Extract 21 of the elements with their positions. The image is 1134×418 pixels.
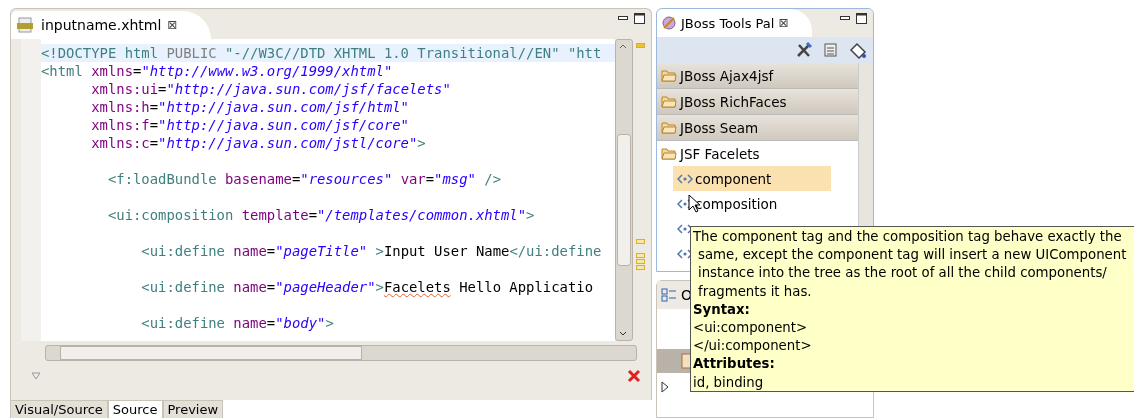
tooltip-heading: Syntax: bbox=[693, 300, 751, 319]
tooltip-heading: Attributes: bbox=[693, 355, 776, 374]
tooltip-text: <ui:component> bbox=[693, 319, 809, 337]
tab-title: inputname.xhtml bbox=[41, 17, 162, 33]
tooltip-description: The component tag and the composition tag behave exactly the bbox=[693, 228, 1123, 246]
code-line: <html xmlns="http://www.w3.org/1999/xhtml" bbox=[41, 62, 393, 80]
tooltip-description: same, except the component tag will insert a new UIComponent bbox=[697, 246, 1128, 265]
tab-title: JBoss Tools Pal bbox=[681, 15, 775, 31]
code-line: <ui:composition template="/templates/common.xhtml"> bbox=[106, 206, 535, 224]
tooltip-text: id, binding bbox=[693, 373, 765, 392]
code-line: xmlns:f="http://java.sun.com/jsf/core" bbox=[90, 116, 409, 134]
code-line: xmlns:h="http://java.sun.com/jsf/html" bbox=[90, 98, 409, 116]
tooltip-text: </ui:component> bbox=[693, 337, 813, 356]
code-line: xmlns:c="http://java.sun.com/jstl/core"> bbox=[90, 134, 426, 152]
tooltip-description: instance into the tree as the root of all the child components/ bbox=[697, 264, 1108, 283]
tooltip-description: fragments it has. bbox=[697, 282, 813, 301]
code-line: xmlns:ui="http://java.sun.com/jsf/facelets" bbox=[90, 80, 451, 98]
code-line: <ui:define name="body"> bbox=[140, 314, 334, 332]
code-line: <ui:define name="pageHeader">Facelets Hello Applicatio bbox=[140, 278, 593, 296]
code-line: <ui:define name="pageTitle" >Input User Name</ui:define bbox=[140, 242, 602, 260]
code-line: <f:loadBundle basename="resources" var="msg" /> bbox=[106, 170, 501, 188]
